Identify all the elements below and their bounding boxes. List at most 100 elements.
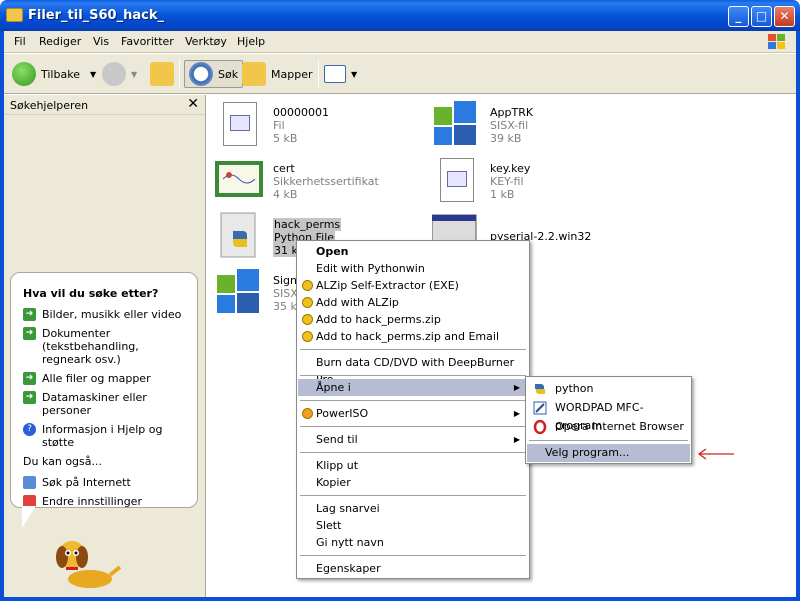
search-option-label: Informasjon i Hjelp og støtte: [42, 423, 163, 449]
close-pane-icon[interactable]: ✕: [187, 96, 199, 112]
menu-item-properties[interactable]: Egenskaper: [298, 560, 528, 577]
back-dropdown-icon[interactable]: ▼: [90, 70, 96, 79]
file-name: 00000001: [273, 106, 329, 119]
menu-item-delete[interactable]: Slett: [298, 517, 528, 534]
menu-favorites[interactable]: Favoritter: [121, 35, 174, 48]
file-name: AppTRK: [490, 106, 534, 119]
green-arrow-icon: ➜: [23, 327, 36, 340]
help-icon: ?: [23, 423, 36, 436]
context-menu: Open Edit with Pythonwin ALZip Self-Extr…: [296, 240, 530, 579]
menu-item-label: ALZip Self-Extractor (EXE): [316, 279, 459, 292]
red-arrow-icon: [697, 448, 734, 460]
menu-item-alzip-exe[interactable]: ALZip Self-Extractor (EXE): [298, 277, 528, 294]
menu-file[interactable]: Fil: [14, 35, 26, 48]
menu-item-open[interactable]: Open: [298, 243, 528, 260]
back-button[interactable]: Tilbake ▼: [12, 60, 96, 88]
menu-item-send-to[interactable]: Send til ▶: [298, 431, 528, 448]
menu-separator: [300, 349, 526, 350]
menu-separator: [300, 555, 526, 556]
search-question: Hva vil du søke etter?: [23, 287, 159, 300]
file-type: Fil: [273, 119, 285, 132]
file-name: cert: [273, 162, 295, 175]
forward-arrow-icon: [102, 62, 126, 86]
menu-item-copy[interactable]: Kopier: [298, 474, 528, 491]
change-preferences-option[interactable]: Endre innstillinger: [23, 495, 185, 508]
green-arrow-icon: ➜: [23, 372, 36, 385]
menu-view[interactable]: Vis: [93, 35, 109, 48]
menu-help[interactable]: Hjelp: [237, 35, 265, 48]
forward-button[interactable]: ▼: [102, 60, 137, 88]
menu-tools[interactable]: Verktøy: [185, 35, 227, 48]
search-option-documents[interactable]: ➜ Dokumenter (tekstbehandling, regneark …: [23, 327, 185, 366]
submenu-item-python[interactable]: python: [527, 380, 690, 398]
menu-edit[interactable]: Rediger: [39, 35, 81, 48]
views-button[interactable]: ▼: [324, 60, 357, 88]
menu-item-add-zip[interactable]: Add to hack_perms.zip: [298, 311, 528, 328]
file-type: SISX-fil: [490, 119, 529, 132]
folder-icon: [6, 8, 23, 22]
python-file-icon: [220, 212, 256, 258]
file-size: 39 kB: [490, 132, 522, 145]
file-type: Sikkerhetssertifikat: [273, 175, 379, 188]
menu-item-label: Add to hack_perms.zip and Email: [316, 330, 500, 343]
menu-separator: [300, 400, 526, 401]
menu-item-add-zip-email[interactable]: Add to hack_perms.zip and Email: [298, 328, 528, 345]
up-folder-icon: [150, 62, 174, 86]
file-size: 1 kB: [490, 188, 515, 201]
back-arrow-icon: [12, 62, 36, 86]
menu-item-create-shortcut[interactable]: Lag snarvei: [298, 500, 528, 517]
search-option-computers[interactable]: ➜ Datamaskiner eller personer: [23, 391, 185, 417]
search-button[interactable]: Søk: [184, 60, 244, 88]
submenu-item-label: python: [555, 382, 594, 395]
menu-item-label: Add to hack_perms.zip: [316, 313, 441, 326]
submenu-item-opera[interactable]: Opera Internet Browser: [527, 418, 690, 436]
file-item[interactable]: key.key KEY-fil 1 kB: [432, 155, 642, 205]
file-item[interactable]: cert Sikkerhetssertifikat 4 kB: [215, 155, 425, 205]
toolbar-separator: [179, 60, 180, 88]
forward-dropdown-icon[interactable]: ▼: [131, 70, 137, 79]
submenu-arrow-icon: ▶: [513, 383, 520, 392]
file-type: KEY-fil: [490, 175, 524, 188]
generic-file-icon: [432, 155, 480, 203]
menu-item-poweriso[interactable]: PowerISO ▶: [298, 405, 528, 422]
search-dog-icon[interactable]: [50, 535, 122, 591]
wordpad-icon: [533, 401, 547, 415]
menu-item-open-with[interactable]: Åpne i ▶: [298, 379, 528, 396]
menu-separator: [300, 375, 526, 376]
menu-separator: [300, 452, 526, 453]
window-frame-right: [796, 31, 800, 601]
submenu-item-choose-program[interactable]: Velg program...: [527, 444, 690, 462]
menu-separator: [300, 426, 526, 427]
search-option-label: Søk på Internett: [42, 476, 131, 489]
toolbar-separator: [318, 60, 319, 88]
search-internet-option[interactable]: Søk på Internett: [23, 476, 185, 489]
close-button[interactable]: ✕: [774, 6, 795, 27]
views-dropdown-icon: ▼: [351, 69, 358, 79]
search-option-media[interactable]: ➜ Bilder, musikk eller video: [23, 308, 185, 321]
folders-button[interactable]: Mapper: [242, 60, 313, 88]
menu-item-rename[interactable]: Gi nytt navn: [298, 534, 528, 551]
title-bar: Filer_til_S60_hack_ _ □ ✕: [0, 0, 800, 31]
minimize-button[interactable]: _: [728, 6, 749, 27]
menu-bar: Fil Rediger Vis Favoritter Verktøy Hjelp: [4, 31, 796, 53]
file-item[interactable]: AppTRK SISX-fil 39 kB: [432, 99, 642, 149]
windows-logo-icon: [768, 34, 785, 49]
menu-item-cut[interactable]: Klipp ut: [298, 457, 528, 474]
green-arrow-icon: ➜: [23, 391, 36, 404]
menu-item-label: Send til: [316, 433, 358, 446]
menu-item-burn[interactable]: Burn data CD/DVD with DeepBurner Pro: [298, 354, 528, 386]
search-label: Søk: [218, 67, 239, 81]
opera-icon: [533, 420, 547, 434]
file-item[interactable]: 00000001 Fil 5 kB: [215, 99, 425, 149]
file-size: 4 kB: [273, 188, 298, 201]
sisx-file-icon: [217, 269, 259, 313]
search-option-help[interactable]: ? Informasjon i Hjelp og støtte: [23, 423, 185, 449]
maximize-button[interactable]: □: [751, 6, 772, 27]
menu-item-edit-pythonwin[interactable]: Edit with Pythonwin: [298, 260, 528, 277]
menu-separator: [300, 495, 526, 496]
submenu-item-wordpad[interactable]: WORDPAD MFC-program: [527, 399, 690, 432]
menu-item-add-alzip[interactable]: Add with ALZip: [298, 294, 528, 311]
search-balloon: Hva vil du søke etter? ➜ Bilder, musikk …: [10, 272, 198, 508]
up-folder-button[interactable]: [150, 60, 179, 88]
search-option-all-files[interactable]: ➜ Alle filer og mapper: [23, 372, 185, 385]
